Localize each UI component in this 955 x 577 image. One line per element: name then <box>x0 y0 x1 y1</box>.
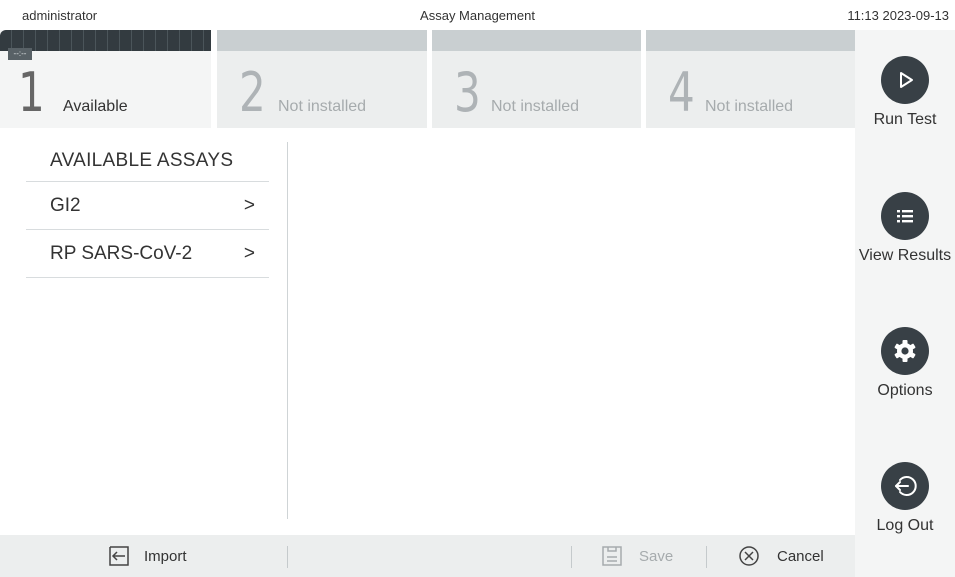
run-test-button[interactable]: Run Test <box>855 56 955 129</box>
clock: 11:13 2023-09-13 <box>847 8 949 23</box>
available-assays-panel: AVAILABLE ASSAYS GI2 > RP SARS-CoV-2 > <box>26 140 269 278</box>
play-icon <box>881 56 929 104</box>
main-sidebar: Run Test View Results Options Log Out <box>855 30 955 577</box>
log-out-button[interactable]: Log Out <box>855 462 955 535</box>
module-3-status: Not installed <box>491 98 580 115</box>
module-tab-3[interactable]: 3 Not installed <box>432 30 641 128</box>
log-out-label: Log Out <box>876 517 934 534</box>
import-label: Import <box>144 547 187 565</box>
chevron-right-icon: > <box>243 195 255 216</box>
module-tab-2[interactable]: 2 Not installed <box>217 30 427 128</box>
cancel-button[interactable]: Cancel <box>738 535 824 577</box>
module-4-number: 4 <box>668 61 695 124</box>
module-tabs: --:-- 1 Available 2 Not installed 3 Not … <box>0 30 855 128</box>
module-1-number: 1 <box>18 61 45 124</box>
cancel-label: Cancel <box>777 547 824 565</box>
toolbar-separator <box>571 546 572 568</box>
panel-divider <box>287 142 288 519</box>
list-icon <box>881 192 929 240</box>
module-4-strip <box>646 30 855 51</box>
cancel-icon <box>739 546 759 566</box>
save-icon <box>602 546 622 566</box>
bottom-toolbar: Import Save Cancel <box>0 535 855 577</box>
import-button[interactable]: Import <box>108 535 187 577</box>
assay-list-item-rp-sars-cov-2[interactable]: RP SARS-CoV-2 > <box>26 230 269 278</box>
module-2-strip <box>217 30 427 51</box>
module-3-strip <box>432 30 641 51</box>
assay-name: GI2 <box>50 195 81 216</box>
save-label: Save <box>639 547 674 565</box>
module-1-timer: --:-- <box>8 48 32 60</box>
view-results-button[interactable]: View Results <box>855 192 955 265</box>
log-out-icon <box>881 462 929 510</box>
status-bar: administrator Assay Management 11:13 202… <box>0 0 955 30</box>
save-button[interactable]: Save <box>601 535 673 577</box>
module-2-number: 2 <box>239 61 266 124</box>
module-1-status: Available <box>63 98 128 115</box>
view-results-label: View Results <box>858 247 952 264</box>
page-title: Assay Management <box>420 8 535 23</box>
run-test-label: Run Test <box>873 111 937 128</box>
gear-icon <box>881 327 929 375</box>
options-label: Options <box>877 382 933 399</box>
assay-name: RP SARS-CoV-2 <box>50 243 193 264</box>
assay-list-item-gi2[interactable]: GI2 > <box>26 182 269 230</box>
chevron-right-icon: > <box>243 243 255 264</box>
toolbar-separator <box>706 546 707 568</box>
module-4-status: Not installed <box>705 98 794 115</box>
module-3-number: 3 <box>454 61 481 124</box>
options-button[interactable]: Options <box>855 327 955 400</box>
toolbar-separator <box>287 546 288 568</box>
available-assays-heading: AVAILABLE ASSAYS <box>26 140 269 182</box>
module-2-status: Not installed <box>278 98 367 115</box>
module-tab-1[interactable]: --:-- 1 Available <box>0 30 211 128</box>
import-icon <box>109 546 129 566</box>
module-tab-4[interactable]: 4 Not installed <box>646 30 855 128</box>
